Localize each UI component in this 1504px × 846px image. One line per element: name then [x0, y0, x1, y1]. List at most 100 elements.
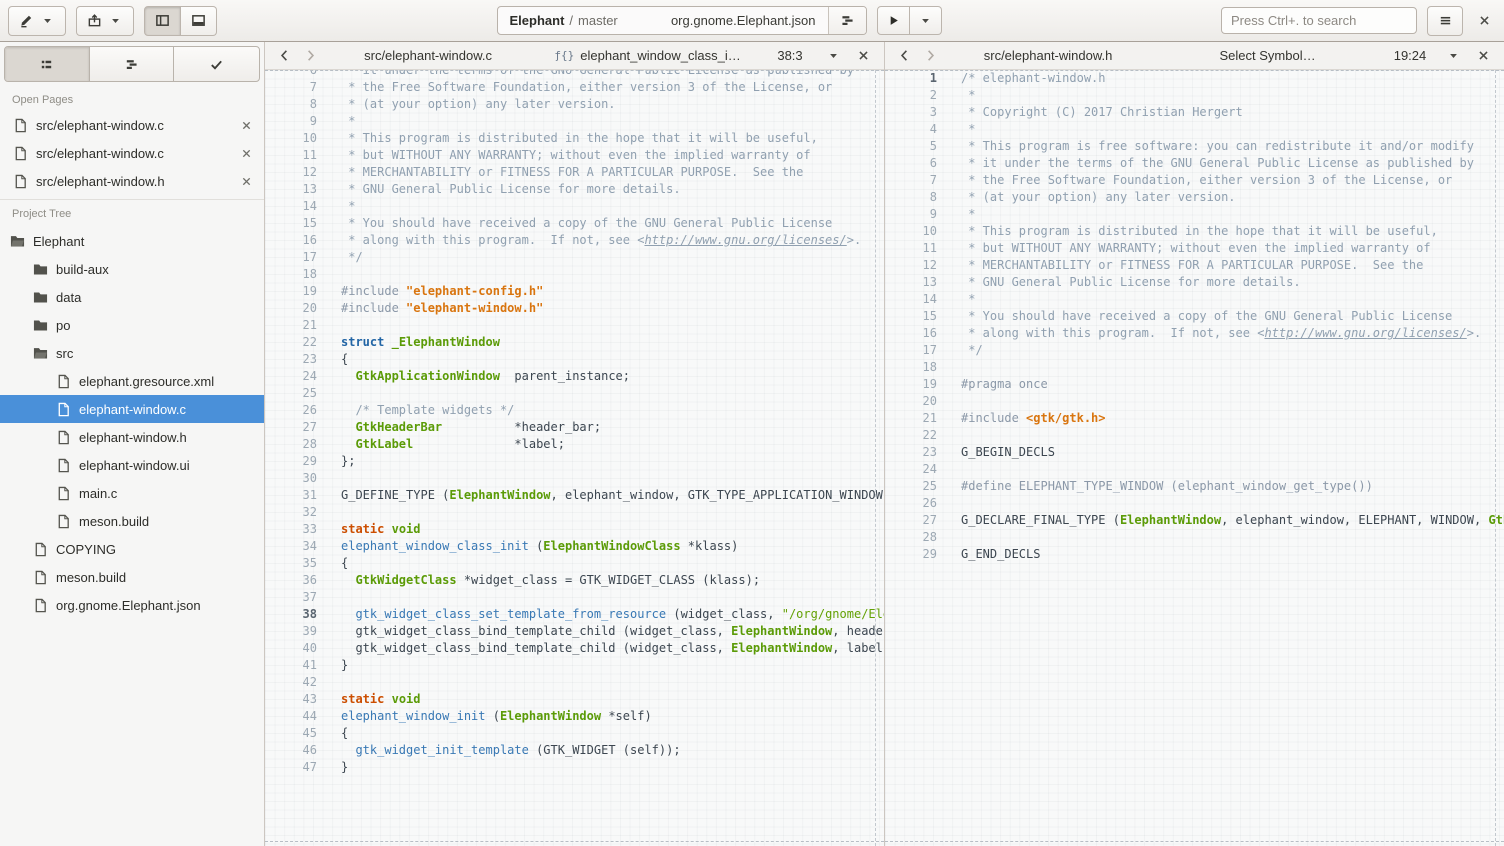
- device-selector-button[interactable]: [76, 6, 134, 36]
- line-number: 31: [265, 487, 317, 504]
- code-editor[interactable]: 1/* elephant-window.h2 *3 * Copyright (C…: [885, 70, 1504, 846]
- tree-item[interactable]: elephant-window.c: [0, 395, 264, 423]
- line-number: 21: [265, 317, 317, 334]
- file-icon: [13, 174, 28, 189]
- line-number: 44: [265, 708, 317, 725]
- line-number: 32: [265, 504, 317, 521]
- code-line: 15 * You should have received a copy of …: [885, 308, 1504, 325]
- line-number: 17: [265, 249, 317, 266]
- tree-item[interactable]: po: [0, 311, 264, 339]
- line-number: 19: [885, 376, 937, 393]
- code-line: 39 gtk_widget_class_bind_template_child …: [265, 623, 884, 640]
- close-page-button[interactable]: [239, 118, 254, 133]
- code-editor[interactable]: 6 * it under the terms of the GNU Genera…: [265, 70, 884, 846]
- tree-item[interactable]: elephant-window.ui: [0, 451, 264, 479]
- tree-item-label: meson.build: [79, 514, 149, 529]
- sidebar-tab-checks[interactable]: [174, 47, 259, 81]
- tree-item[interactable]: Elephant: [0, 227, 264, 255]
- line-number: 8: [885, 189, 937, 206]
- toggle-left-panel-button[interactable]: [144, 6, 181, 36]
- breadcrumb-separator: /: [569, 13, 573, 28]
- tree-item[interactable]: elephant.gresource.xml: [0, 367, 264, 395]
- search-input[interactable]: [1221, 7, 1417, 34]
- file-icon: [56, 486, 71, 501]
- line-number: 25: [885, 478, 937, 495]
- tree-item[interactable]: COPYING: [0, 535, 264, 563]
- line-number: 1: [885, 70, 937, 87]
- panel-bottom-icon: [191, 13, 206, 28]
- tree-item[interactable]: src: [0, 339, 264, 367]
- tree-item[interactable]: main.c: [0, 479, 264, 507]
- project-tree-label: Project Tree: [0, 200, 264, 225]
- toggle-bottom-panel-button[interactable]: [181, 6, 217, 36]
- line-number: 4: [885, 121, 937, 138]
- code-line: 9 *: [885, 206, 1504, 223]
- close-page-button[interactable]: [239, 146, 254, 161]
- tree-item[interactable]: elephant-window.h: [0, 423, 264, 451]
- code-line: 10 * This program is distributed in the …: [885, 223, 1504, 240]
- pipeline-icon: [840, 13, 855, 28]
- editor-mode-button[interactable]: [8, 6, 66, 36]
- code-line: 21: [265, 317, 884, 334]
- file-icon: [13, 118, 28, 133]
- close-pane-button[interactable]: [850, 48, 876, 63]
- symbol-dropdown[interactable]: ƒ{} elephant_window_class_i…: [535, 48, 760, 63]
- line-number: 28: [885, 529, 937, 546]
- code-line: 46 gtk_widget_init_template (GTK_WIDGET …: [265, 742, 884, 759]
- omnibar[interactable]: Elephant / master org.gnome.Elephant.jso…: [497, 6, 867, 35]
- editor-options-button[interactable]: [820, 48, 846, 63]
- sidebar-tabs: [4, 46, 260, 82]
- line-number: 27: [265, 419, 317, 436]
- open-page-item[interactable]: src/elephant-window.c: [0, 111, 264, 139]
- tree-item[interactable]: data: [0, 283, 264, 311]
- editor-options-button[interactable]: [1440, 48, 1466, 63]
- sidebar-tab-tree[interactable]: [90, 47, 175, 81]
- tree-item[interactable]: org.gnome.Elephant.json: [0, 591, 264, 619]
- run-options-button[interactable]: [910, 6, 942, 35]
- tree-item-label: Elephant: [33, 234, 84, 249]
- symbol-name: elephant_window_class_i…: [580, 48, 740, 63]
- forward-button[interactable]: [299, 48, 321, 63]
- tree-item-label: elephant-window.ui: [79, 458, 190, 473]
- project-tree: Elephant build-auxdataposrcelephant.greso…: [0, 225, 264, 621]
- close-pane-button[interactable]: [1470, 48, 1496, 63]
- headerbar-center: Elephant / master org.gnome.Elephant.jso…: [497, 6, 942, 35]
- build-pipeline-button[interactable]: [828, 7, 866, 34]
- code-line: 16 * along with this program. If not, se…: [885, 325, 1504, 342]
- code-line: 26: [885, 495, 1504, 512]
- line-number: 19: [265, 283, 317, 300]
- line-number: 37: [265, 589, 317, 606]
- forward-button[interactable]: [919, 48, 941, 63]
- line-number: 16: [265, 232, 317, 249]
- builder-window: Elephant / master org.gnome.Elephant.jso…: [0, 0, 1504, 846]
- line-number: 5: [885, 138, 937, 155]
- window-close-button[interactable]: [1473, 13, 1496, 28]
- line-number: 29: [885, 546, 937, 563]
- menu-button[interactable]: [1427, 6, 1463, 36]
- file-icon: [56, 374, 71, 389]
- sidebar-tab-pages[interactable]: [5, 47, 90, 81]
- open-pages-list: src/elephant-window.csrc/elephant-window…: [0, 111, 264, 200]
- play-icon: [886, 13, 901, 28]
- tree-item-label: COPYING: [56, 542, 116, 557]
- tree-item[interactable]: build-aux: [0, 255, 264, 283]
- right-margin-indicator: [875, 70, 876, 846]
- code-line: 21#include <gtk/gtk.h>: [885, 410, 1504, 427]
- run-button[interactable]: [877, 6, 910, 35]
- code-line: 3 * Copyright (C) 2017 Christian Hergert: [885, 104, 1504, 121]
- code-line: 12 * MERCHANTABILITY or FITNESS FOR A PA…: [885, 257, 1504, 274]
- line-number: 23: [265, 351, 317, 368]
- back-button[interactable]: [273, 48, 295, 63]
- line-number: 16: [885, 325, 937, 342]
- line-number: 35: [265, 555, 317, 572]
- symbol-dropdown[interactable]: Select Symbol…: [1155, 48, 1380, 63]
- open-page-item[interactable]: src/elephant-window.h: [0, 167, 264, 195]
- code-line: 36 GtkWidgetClass *widget_class = GTK_WI…: [265, 572, 884, 589]
- code-line: 47}: [265, 759, 884, 776]
- file-icon: [56, 514, 71, 529]
- open-page-item[interactable]: src/elephant-window.c: [0, 139, 264, 167]
- tree-item[interactable]: meson.build: [0, 563, 264, 591]
- tree-item[interactable]: meson.build: [0, 507, 264, 535]
- back-button[interactable]: [893, 48, 915, 63]
- close-page-button[interactable]: [239, 174, 254, 189]
